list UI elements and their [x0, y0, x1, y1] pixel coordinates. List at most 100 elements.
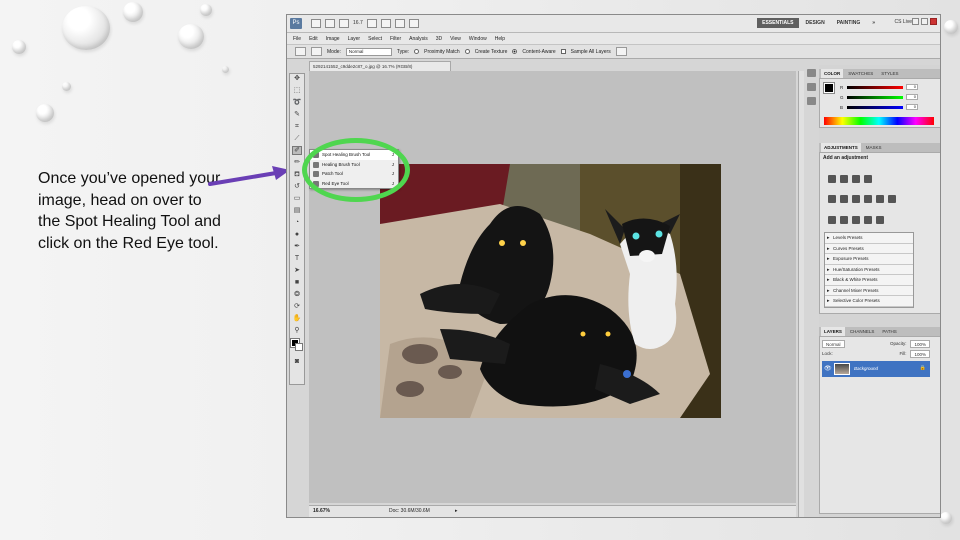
menu-help[interactable]: Help — [495, 36, 505, 42]
shape-tool-icon[interactable]: ■ — [292, 278, 302, 287]
close-icon[interactable] — [930, 18, 937, 25]
color-ramp[interactable] — [824, 117, 934, 125]
type-proximity-radio[interactable] — [414, 49, 420, 54]
crop-tool-icon[interactable]: ⌗ — [292, 122, 302, 131]
maximize-icon[interactable] — [921, 18, 928, 25]
menu-select[interactable]: Select — [368, 36, 382, 42]
menu-analysis[interactable]: Analysis — [409, 36, 428, 42]
tab-paths[interactable]: PATHS — [879, 327, 899, 336]
blue-slider[interactable]: B 0 — [840, 104, 935, 110]
menu-filter[interactable]: Filter — [390, 36, 401, 42]
background-color-swatch[interactable] — [295, 343, 303, 351]
move-tool-icon[interactable]: ✥ — [292, 74, 302, 83]
menu-3d[interactable]: 3D — [436, 36, 442, 42]
eye-icon[interactable]: 👁 — [824, 365, 832, 372]
mini-bridge-icon[interactable] — [325, 19, 335, 28]
zoom-tool-icon[interactable]: ⚲ — [292, 326, 302, 335]
spot-healing-brush-tool-icon[interactable]: ✐ — [292, 146, 302, 155]
selective-color-icon[interactable] — [876, 216, 884, 224]
vibrance-icon[interactable] — [828, 195, 836, 203]
red-value-field[interactable]: 0 — [906, 84, 918, 90]
green-slider[interactable]: G 0 — [840, 94, 935, 100]
type-texture-radio[interactable] — [464, 49, 470, 54]
color-swatches[interactable] — [290, 338, 303, 351]
exposure-icon[interactable] — [864, 175, 872, 183]
menu-view[interactable]: View — [450, 36, 461, 42]
pen-tool-icon[interactable]: ✒ — [292, 242, 302, 251]
red-track[interactable] — [847, 85, 903, 89]
menu-layer[interactable]: Layer — [348, 36, 361, 42]
black-white-icon[interactable] — [864, 195, 872, 203]
gradient-tool-icon[interactable]: ▤ — [292, 206, 302, 215]
tab-masks[interactable]: MASKS — [863, 143, 885, 152]
tool-preset-picker[interactable] — [295, 47, 306, 56]
extras-icon[interactable] — [339, 19, 349, 28]
arrange-documents-icon[interactable] — [394, 19, 405, 28]
pressure-size-icon[interactable] — [615, 47, 627, 56]
color-balance-icon[interactable] — [852, 195, 860, 203]
gradient-map-icon[interactable] — [864, 216, 872, 224]
menu-window[interactable]: Window — [469, 36, 487, 42]
marquee-tool-icon[interactable]: ⬚ — [292, 86, 302, 95]
cs-live-button[interactable]: CS Live — [894, 19, 912, 25]
green-value-field[interactable]: 0 — [906, 94, 918, 100]
tab-layers[interactable]: LAYERS — [821, 327, 845, 336]
layer-background[interactable]: 👁 Background 🔒 — [822, 361, 930, 377]
zoom-level-select[interactable]: 16.7 — [353, 19, 363, 28]
lasso-tool-icon[interactable]: ➰ — [292, 98, 302, 107]
status-menu-arrow-icon[interactable]: ▸ — [455, 506, 458, 517]
workspace-painting[interactable]: PAINTING — [832, 18, 866, 28]
blur-tool-icon[interactable]: ◔ — [292, 218, 302, 227]
color-panel-foreground-swatch[interactable] — [823, 82, 835, 94]
info-panel-icon[interactable] — [806, 83, 816, 91]
preset-exposure[interactable]: Exposure Presets — [825, 254, 913, 265]
fill-field[interactable]: 100% — [910, 350, 930, 358]
tab-adjustments[interactable]: ADJUSTMENTS — [821, 143, 861, 152]
threshold-icon[interactable] — [852, 216, 860, 224]
tab-channels[interactable]: CHANNELS — [847, 327, 878, 336]
status-zoom-field[interactable]: 16.67% — [313, 506, 330, 517]
brush-picker[interactable] — [311, 47, 322, 56]
posterize-icon[interactable] — [840, 216, 848, 224]
green-track[interactable] — [847, 95, 903, 99]
blend-mode-select[interactable]: Normal — [822, 340, 845, 348]
brush-tool-icon[interactable]: ✏ — [292, 158, 302, 167]
quick-mask-icon[interactable]: ◙ — [292, 357, 302, 366]
clone-stamp-tool-icon[interactable]: ⛾ — [292, 170, 302, 179]
blue-track[interactable] — [847, 105, 903, 109]
document-tab[interactable]: 5292141552_c9dde2c87_o.jpg @ 16.7% (RGB/… — [309, 61, 451, 71]
history-brush-tool-icon[interactable]: ↺ — [292, 182, 302, 191]
menu-file[interactable]: File — [293, 36, 301, 42]
type-tool-icon[interactable]: T — [292, 254, 302, 263]
quick-selection-tool-icon[interactable]: ✎ — [292, 110, 302, 119]
3d-rotate-tool-icon[interactable]: ❂ — [292, 290, 302, 299]
tab-styles[interactable]: STYLES — [878, 69, 901, 78]
3d-camera-tool-icon[interactable]: ⟳ — [292, 302, 302, 311]
screen-mode-icon[interactable] — [408, 19, 419, 28]
rotate-view-icon[interactable] — [380, 19, 391, 28]
preset-selective-color[interactable]: Selective Color Presets — [825, 296, 913, 307]
mode-select[interactable]: Normal — [345, 47, 392, 56]
canvas-area[interactable] — [309, 71, 796, 503]
type-content-aware-radio[interactable] — [512, 49, 518, 54]
hue-saturation-icon[interactable] — [840, 195, 848, 203]
blue-value-field[interactable]: 0 — [906, 104, 918, 110]
hand-tool-icon[interactable] — [366, 19, 377, 28]
workspace-design[interactable]: DESIGN — [801, 18, 830, 28]
tab-swatches[interactable]: SWATCHES — [845, 69, 876, 78]
menu-image[interactable]: Image — [326, 36, 340, 42]
curves-icon[interactable] — [852, 175, 860, 183]
hand-tool-icon[interactable]: ✋ — [292, 314, 302, 323]
invert-icon[interactable] — [828, 216, 836, 224]
minimize-icon[interactable] — [912, 18, 919, 25]
brightness-contrast-icon[interactable] — [828, 175, 836, 183]
workspace-more[interactable]: » — [867, 18, 880, 28]
menu-edit[interactable]: Edit — [309, 36, 318, 42]
sample-all-layers-checkbox[interactable] — [560, 49, 566, 54]
brush-panel-icon[interactable] — [806, 97, 816, 105]
preset-hue-saturation[interactable]: Hue/Saturation Presets — [825, 264, 913, 275]
preset-black-white[interactable]: Black & White Presets — [825, 275, 913, 286]
photo-filter-icon[interactable] — [876, 195, 884, 203]
dodge-tool-icon[interactable]: ● — [292, 230, 302, 239]
vertical-scrollbar[interactable] — [798, 71, 804, 517]
